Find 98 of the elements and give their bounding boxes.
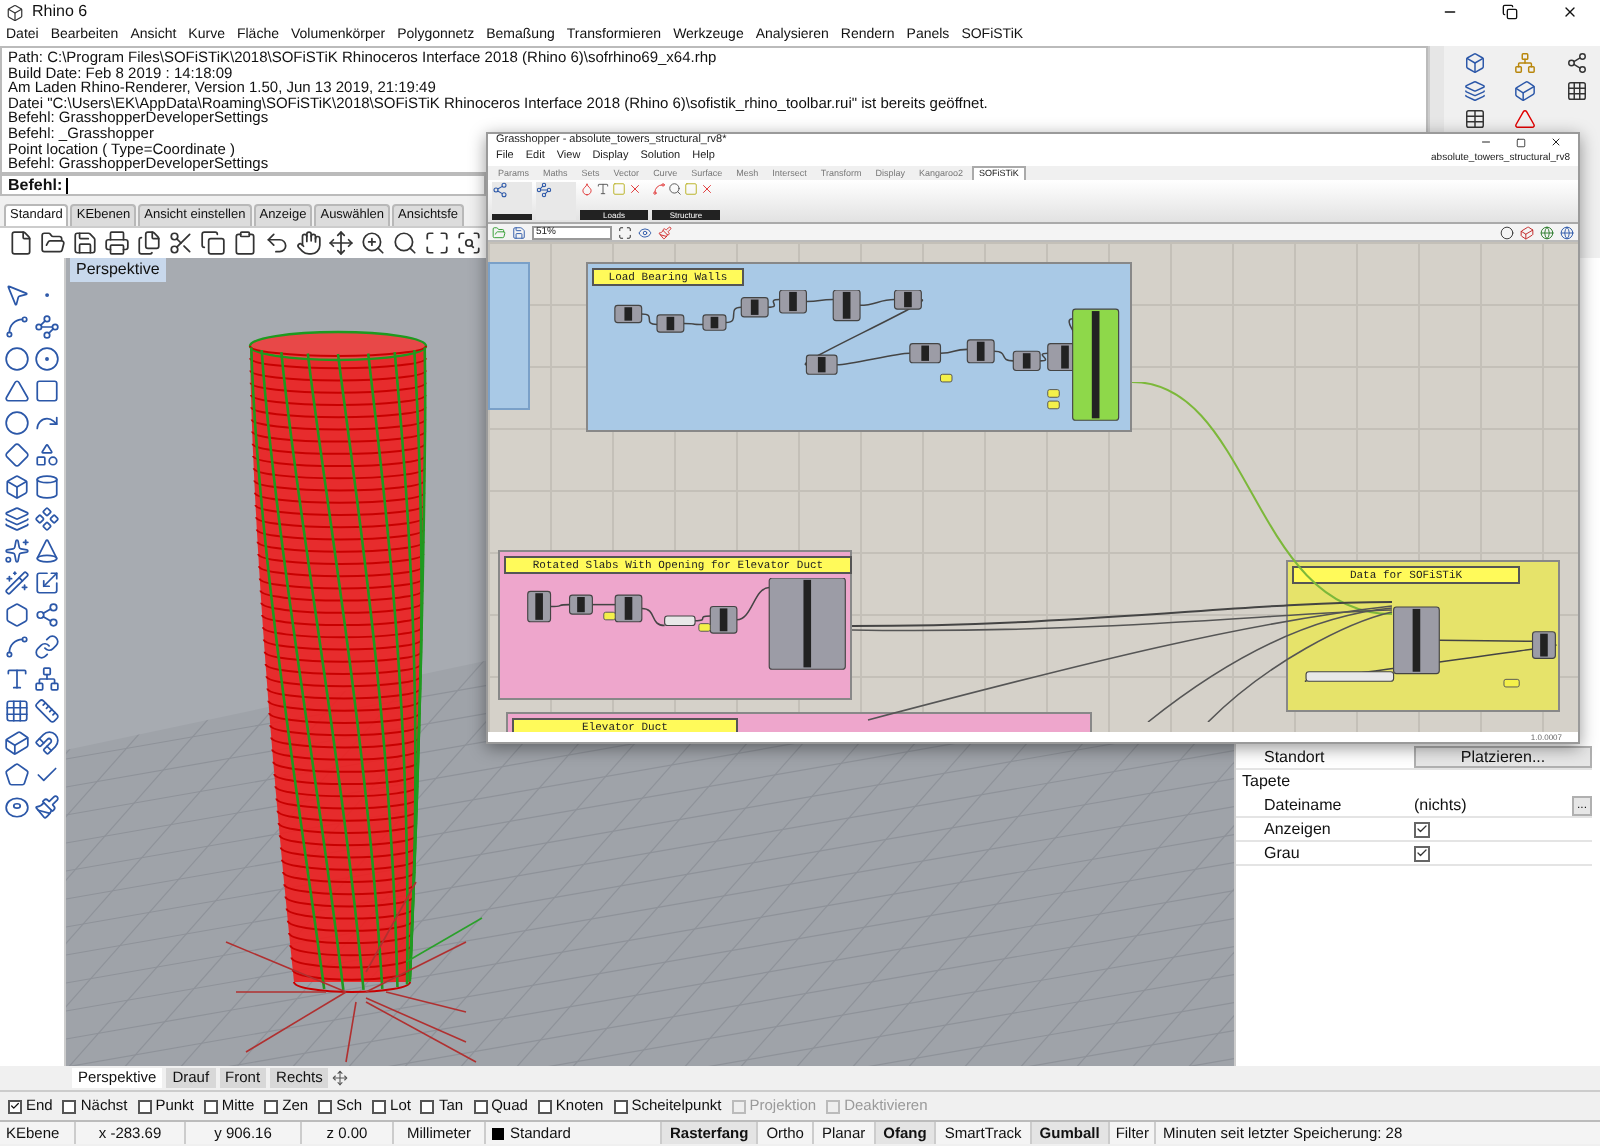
zoom-window-icon[interactable] (456, 230, 482, 256)
checkbox[interactable] (318, 1099, 333, 1113)
zoom-in-icon[interactable] (360, 230, 386, 256)
property-label: Anzeigen (1264, 821, 1333, 837)
scrollbar[interactable] (1428, 46, 1444, 132)
cross-icon[interactable] (700, 182, 714, 196)
nodes-icon[interactable] (34, 602, 60, 628)
checkbox[interactable] (1414, 821, 1430, 837)
checkbox[interactable] (613, 1099, 628, 1113)
cube-icon[interactable] (1520, 225, 1534, 239)
checkbox[interactable] (137, 1099, 152, 1113)
move-icon[interactable] (328, 230, 354, 256)
documents-icon[interactable] (136, 230, 162, 256)
property-label: Dateiname (1264, 797, 1344, 813)
checkbox[interactable] (420, 1099, 435, 1113)
grid-icon[interactable] (1565, 80, 1588, 102)
property-label: Grau (1264, 845, 1302, 861)
scissors-icon[interactable] (168, 230, 194, 256)
component-icon[interactable] (34, 506, 60, 532)
wand-icon[interactable] (4, 570, 30, 596)
app-icon[interactable] (6, 3, 24, 21)
magnet-icon[interactable] (34, 730, 60, 756)
network-icon[interactable] (1514, 52, 1537, 74)
close-icon[interactable] (1562, 4, 1578, 20)
table-icon[interactable] (1464, 108, 1486, 130)
ring-icon[interactable] (4, 410, 30, 436)
control-points-icon[interactable] (34, 314, 60, 340)
triangle-icon[interactable] (1514, 108, 1537, 130)
save-icon[interactable] (72, 230, 98, 256)
undo-icon[interactable] (264, 230, 290, 256)
layers-icon[interactable] (4, 506, 30, 532)
checkbox[interactable] (473, 1099, 488, 1113)
command-field[interactable]: Befehl: (0, 174, 486, 196)
document-icon[interactable] (8, 230, 34, 256)
shapes-icon[interactable] (34, 442, 60, 468)
curve-points-icon[interactable] (536, 182, 552, 198)
place-button[interactable]: Platzieren... (1414, 746, 1592, 768)
torus-icon[interactable] (4, 794, 30, 820)
ruler-icon[interactable] (34, 698, 60, 724)
link-icon[interactable] (34, 634, 60, 660)
cone-icon[interactable] (34, 538, 60, 564)
sparkles-icon[interactable] (4, 538, 30, 564)
triangle-icon[interactable] (4, 378, 30, 404)
checkbox[interactable] (537, 1099, 552, 1113)
circle-icon[interactable] (4, 346, 30, 372)
circle-icon[interactable] (1500, 225, 1514, 239)
scale-icon[interactable] (34, 570, 60, 596)
grid-icon[interactable] (4, 698, 30, 724)
box-icon[interactable] (4, 474, 30, 500)
nodes-icon[interactable] (1565, 52, 1588, 74)
paintbrush-icon[interactable] (34, 794, 60, 820)
restore-icon[interactable] (1502, 4, 1518, 20)
checkbox[interactable] (372, 1099, 387, 1113)
window-title: Rhino 6 (32, 4, 88, 20)
property-value: (nichts) (1414, 797, 1469, 813)
brush-icon[interactable] (658, 225, 672, 239)
circle-center-icon[interactable] (34, 346, 60, 372)
cylinder-icon[interactable] (34, 474, 60, 500)
checkbox[interactable] (264, 1099, 279, 1113)
layers-icon[interactable] (1464, 80, 1486, 102)
close-icon[interactable] (1550, 136, 1562, 148)
network-icon[interactable] (34, 666, 60, 692)
maximize-icon[interactable] (424, 230, 450, 256)
folder-icon[interactable] (40, 230, 66, 256)
box-icon[interactable] (1464, 52, 1486, 74)
curve-icon[interactable] (4, 634, 30, 660)
checkbox[interactable] (62, 1099, 77, 1113)
pentagon-icon[interactable] (4, 762, 30, 788)
printer-icon[interactable] (104, 230, 130, 256)
hand-icon[interactable] (296, 230, 322, 256)
text-icon[interactable] (4, 666, 30, 692)
cross-icon[interactable] (628, 182, 642, 196)
globe-icon[interactable] (1540, 225, 1554, 239)
property-label: Standort (1264, 749, 1327, 765)
cuboid-icon[interactable] (4, 730, 30, 756)
checkbox[interactable] (1414, 845, 1430, 861)
nodes-icon[interactable] (492, 182, 508, 198)
polyline-icon[interactable] (4, 314, 30, 340)
zoom-extents-icon[interactable] (618, 225, 632, 239)
sphere-icon[interactable] (1560, 225, 1574, 239)
layer-swatch (492, 1127, 504, 1139)
drop-icon[interactable] (580, 182, 594, 196)
checkbox[interactable] (8, 1099, 22, 1113)
diamond-icon[interactable] (4, 442, 30, 468)
cuboid-icon[interactable] (1514, 80, 1537, 102)
viewport-title[interactable]: Perspektive (70, 258, 166, 282)
curve-icon[interactable] (652, 182, 666, 196)
search-icon[interactable] (392, 230, 418, 256)
hexagon-icon[interactable] (4, 602, 30, 628)
text-icon[interactable] (596, 182, 610, 196)
rectangle-icon[interactable] (34, 378, 60, 404)
pointer-icon[interactable] (4, 282, 30, 308)
section-heading: Tapete (1242, 774, 1291, 790)
copy-icon[interactable] (200, 230, 226, 256)
checkbox[interactable] (203, 1099, 218, 1113)
clipboard-icon[interactable] (232, 230, 258, 256)
eye-icon[interactable] (638, 225, 652, 239)
maximize-icon[interactable] (1516, 137, 1526, 147)
